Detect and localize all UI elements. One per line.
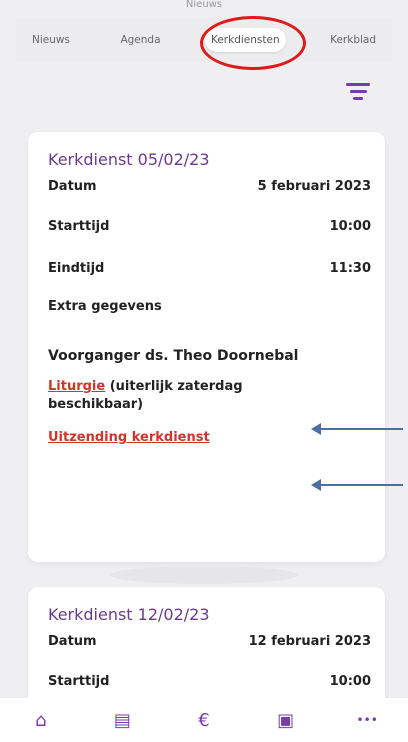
document-icon[interactable]: ▤ bbox=[109, 707, 135, 733]
service-title: Kerkdienst 12/02/23 bbox=[48, 605, 210, 624]
page-header-title: Nieuws bbox=[185, 0, 223, 10]
tab-agenda[interactable]: Agenda bbox=[114, 28, 166, 52]
broadcast-line: Uitzending kerkdienst bbox=[48, 430, 371, 445]
liturgie-line: Liturgie (uiterlijk zaterdag beschikbaar… bbox=[48, 378, 298, 414]
euro-icon[interactable]: € bbox=[191, 707, 217, 733]
contact-card-icon[interactable]: ▣ bbox=[273, 707, 299, 733]
row-label: Starttijd bbox=[48, 219, 110, 234]
row-value: 10:00 bbox=[329, 219, 371, 234]
service-row-start: Starttijd 10:00 bbox=[48, 219, 371, 261]
row-label: Datum bbox=[48, 634, 97, 649]
annotation-arrow bbox=[311, 423, 403, 435]
bottom-nav: ⌂ ▤ € ▣ ••• bbox=[0, 698, 408, 742]
row-label: Datum bbox=[48, 179, 97, 194]
service-row-date: Datum 5 februari 2023 bbox=[48, 179, 371, 219]
service-card: Kerkdienst 12/02/23 Datum 12 februari 20… bbox=[28, 587, 385, 707]
broadcast-link[interactable]: Uitzending kerkdienst bbox=[48, 430, 210, 445]
service-title: Kerkdienst 05/02/23 bbox=[48, 150, 210, 169]
annotation-arrow bbox=[311, 479, 403, 491]
tab-kerkblad[interactable]: Kerkblad bbox=[324, 28, 382, 52]
more-icon[interactable]: ••• bbox=[354, 707, 380, 733]
service-row-end: Eindtijd 11:30 bbox=[48, 261, 371, 303]
row-label: Starttijd bbox=[48, 674, 110, 689]
row-label: Eindtijd bbox=[48, 261, 105, 276]
row-value: 11:30 bbox=[329, 261, 371, 276]
tab-nieuws[interactable]: Nieuws bbox=[26, 28, 76, 52]
liturgie-link[interactable]: Liturgie bbox=[48, 379, 105, 394]
tab-bar: Nieuws Agenda Kerkdiensten Kerkblad bbox=[16, 18, 392, 62]
tab-kerkdiensten[interactable]: Kerkdiensten bbox=[204, 28, 286, 52]
card-separator bbox=[110, 566, 298, 584]
row-value: 12 februari 2023 bbox=[248, 634, 371, 649]
service-row-date: Datum 12 februari 2023 bbox=[48, 634, 371, 674]
extra-info-label: Extra gegevens bbox=[48, 299, 162, 314]
filter-icon[interactable] bbox=[346, 83, 370, 101]
preacher-text: Voorganger ds. Theo Doornebal bbox=[48, 348, 299, 364]
row-value: 5 februari 2023 bbox=[257, 179, 371, 194]
row-value: 10:00 bbox=[329, 674, 371, 689]
home-icon[interactable]: ⌂ bbox=[28, 707, 54, 733]
service-card: Kerkdienst 05/02/23 Datum 5 februari 202… bbox=[28, 132, 385, 562]
